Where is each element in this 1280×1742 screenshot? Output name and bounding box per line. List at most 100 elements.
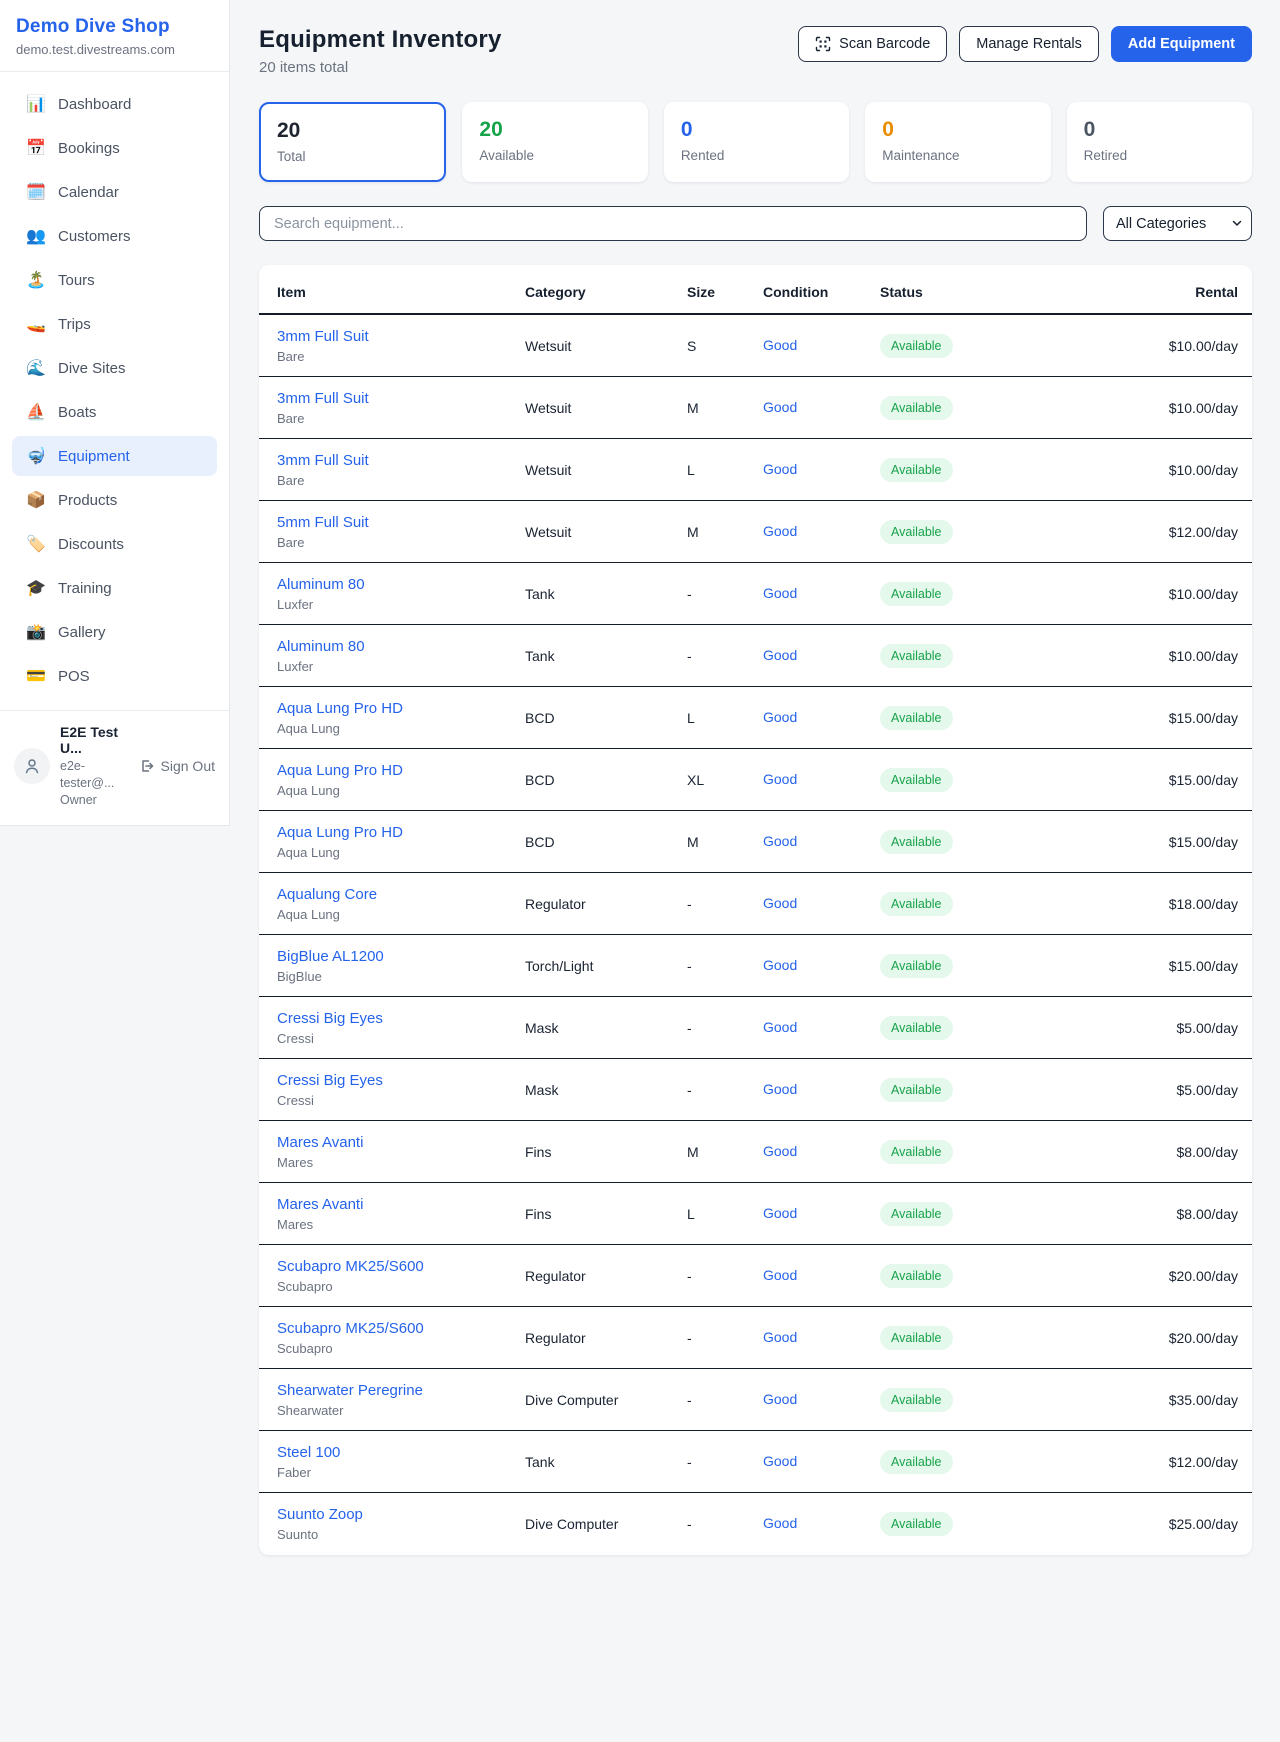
sign-out-button[interactable]: Sign Out [139,758,215,774]
item-name-link[interactable]: Scubapro MK25/S600 [277,1320,424,1337]
item-name-link[interactable]: Scubapro MK25/S600 [277,1258,424,1275]
status-badge: Available [880,334,953,358]
item-name-link[interactable]: Mares Avanti [277,1196,363,1213]
table-header-row: Item Category Size Condition Status Rent… [259,269,1252,315]
category-cell: BCD [525,710,687,726]
condition-link[interactable]: Good [763,399,797,415]
category-cell: Wetsuit [525,338,687,354]
item-cell: Aluminum 80 Luxfer [277,576,525,612]
condition-link[interactable]: Good [763,833,797,849]
sidebar-item-label: Boats [58,404,96,421]
manage-rentals-button[interactable]: Manage Rentals [959,26,1099,62]
condition-link[interactable]: Good [763,1453,797,1469]
category-cell: Regulator [525,1268,687,1284]
item-name-link[interactable]: BigBlue AL1200 [277,948,384,965]
sidebar-item-gallery[interactable]: 📸 Gallery [12,612,217,652]
item-name-link[interactable]: 3mm Full Suit [277,452,369,469]
item-name-link[interactable]: Shearwater Peregrine [277,1382,423,1399]
stat-card-retired[interactable]: 0 Retired [1067,102,1252,182]
item-name-link[interactable]: Cressi Big Eyes [277,1072,383,1089]
item-name-link[interactable]: Aluminum 80 [277,576,365,593]
item-cell: Scubapro MK25/S600 Scubapro [277,1320,525,1356]
dive-sites-wave-icon: 🌊 [26,358,46,378]
scan-barcode-button[interactable]: Scan Barcode [798,26,947,62]
sidebar-item-products[interactable]: 📦 Products [12,480,217,520]
condition-link[interactable]: Good [763,709,797,725]
search-input[interactable] [259,206,1087,241]
item-name-link[interactable]: Suunto Zoop [277,1506,363,1523]
condition-link[interactable]: Good [763,1391,797,1407]
condition-link[interactable]: Good [763,895,797,911]
item-name-link[interactable]: Aqua Lung Pro HD [277,762,403,779]
sidebar-item-training[interactable]: 🎓 Training [12,568,217,608]
category-select[interactable]: All Categories [1103,206,1252,241]
item-name-link[interactable]: Aqua Lung Pro HD [277,824,403,841]
status-badge: Available [880,1016,953,1040]
item-name-link[interactable]: Aqua Lung Pro HD [277,700,403,717]
sidebar-item-dive-sites[interactable]: 🌊 Dive Sites [12,348,217,388]
sidebar-item-label: Trips [58,316,91,333]
item-name-link[interactable]: 3mm Full Suit [277,390,369,407]
condition-link[interactable]: Good [763,461,797,477]
condition-cell: Good [763,1515,880,1533]
rental-cell: $35.00/day [1128,1392,1238,1408]
condition-link[interactable]: Good [763,1081,797,1097]
sidebar-item-calendar[interactable]: 🗓️ Calendar [12,172,217,212]
calendar-icon: 🗓️ [26,182,46,202]
discounts-tag-icon: 🏷️ [26,534,46,554]
item-name-link[interactable]: Mares Avanti [277,1134,363,1151]
condition-link[interactable]: Good [763,1205,797,1221]
page-title: Equipment Inventory [259,26,502,54]
stat-label: Retired [1084,148,1235,163]
stat-card-available[interactable]: 20 Available [462,102,647,182]
header-actions: Scan Barcode Manage Rentals Add Equipmen… [798,26,1252,62]
logout-icon [139,758,155,774]
sidebar: Demo Dive Shop demo.test.divestreams.com… [0,0,230,826]
condition-link[interactable]: Good [763,1515,797,1531]
sidebar-item-trips[interactable]: 🚤 Trips [12,304,217,344]
sidebar-item-dashboard[interactable]: 📊 Dashboard [12,84,217,124]
sidebar-item-equipment[interactable]: 🤿 Equipment [12,436,217,476]
stat-card-maintenance[interactable]: 0 Maintenance [865,102,1050,182]
item-name-link[interactable]: Aluminum 80 [277,638,365,655]
condition-link[interactable]: Good [763,771,797,787]
item-name-link[interactable]: 3mm Full Suit [277,328,369,345]
shop-name[interactable]: Demo Dive Shop [16,16,213,38]
sidebar-item-pos[interactable]: 💳 POS [12,656,217,696]
condition-cell: Good [763,957,880,975]
stat-card-total[interactable]: 20 Total [259,102,446,182]
condition-link[interactable]: Good [763,1019,797,1035]
size-cell: - [687,1330,763,1346]
condition-link[interactable]: Good [763,1267,797,1283]
sidebar-item-tours[interactable]: 🏝️ Tours [12,260,217,300]
item-name-link[interactable]: 5mm Full Suit [277,514,369,531]
category-cell: BCD [525,834,687,850]
sidebar-item-customers[interactable]: 👥 Customers [12,216,217,256]
table-row: Aluminum 80 Luxfer Tank - Good Available… [259,563,1252,625]
category-cell: Mask [525,1082,687,1098]
add-equipment-button[interactable]: Add Equipment [1111,26,1252,62]
status-badge: Available [880,892,953,916]
condition-link[interactable]: Good [763,647,797,663]
condition-link[interactable]: Good [763,337,797,353]
rental-cell: $10.00/day [1128,648,1238,664]
sidebar-item-bookings[interactable]: 📅 Bookings [12,128,217,168]
sidebar-item-boats[interactable]: ⛵ Boats [12,392,217,432]
stat-card-rented[interactable]: 0 Rented [664,102,849,182]
condition-link[interactable]: Good [763,1329,797,1345]
table-row: Scubapro MK25/S600 Scubapro Regulator - … [259,1245,1252,1307]
table-row: Aqua Lung Pro HD Aqua Lung BCD M Good Av… [259,811,1252,873]
boats-sailboat-icon: ⛵ [26,402,46,422]
sidebar-item-discounts[interactable]: 🏷️ Discounts [12,524,217,564]
item-name-link[interactable]: Steel 100 [277,1444,340,1461]
condition-link[interactable]: Good [763,523,797,539]
shop-domain: demo.test.divestreams.com [16,42,213,57]
item-name-link[interactable]: Aqualung Core [277,886,377,903]
condition-link[interactable]: Good [763,957,797,973]
status-cell: Available [880,954,1128,978]
condition-link[interactable]: Good [763,585,797,601]
item-brand: Suunto [277,1527,525,1542]
item-name-link[interactable]: Cressi Big Eyes [277,1010,383,1027]
condition-link[interactable]: Good [763,1143,797,1159]
table-row: 3mm Full Suit Bare Wetsuit M Good Availa… [259,377,1252,439]
